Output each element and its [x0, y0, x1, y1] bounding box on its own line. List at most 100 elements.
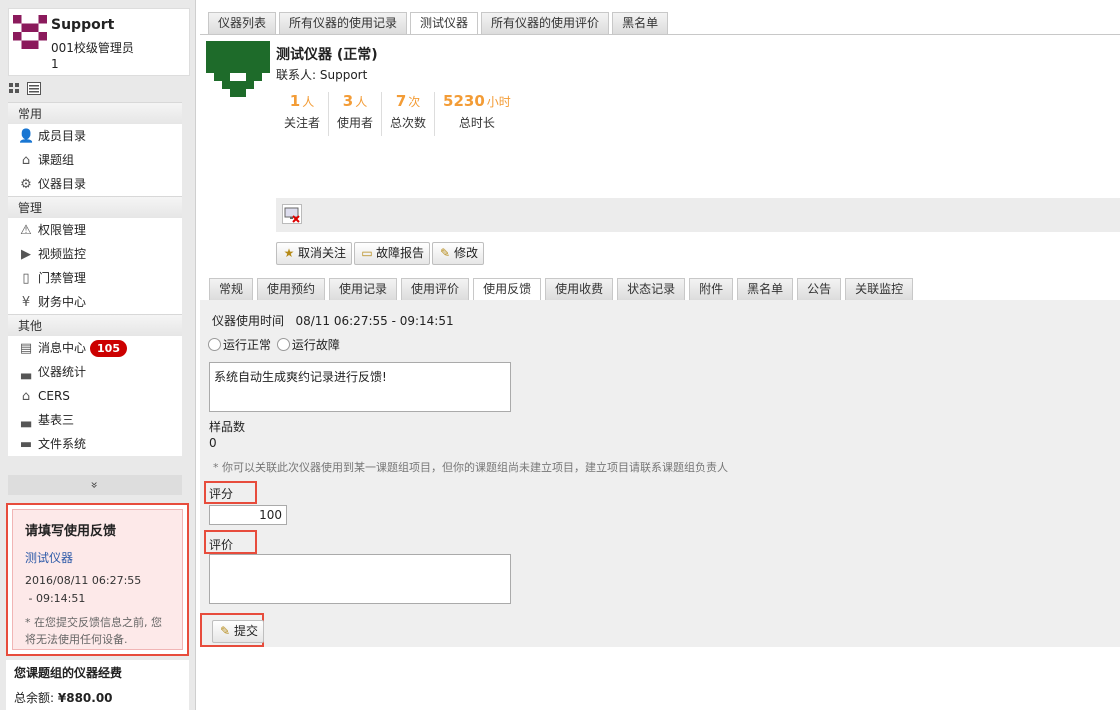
sidebar-item-members[interactable]: 👤 成员目录: [8, 124, 182, 148]
budget-panel: 您课题组的仪器经费 总余额: ¥880.00: [6, 660, 189, 710]
sub-tabs: 常规 使用预约 使用记录 使用评价 使用反馈 使用收费 状态记录 附件 黑名单 公告 关联监控: [209, 278, 917, 301]
feedback-instrument-link[interactable]: 测试仪器: [25, 549, 170, 566]
instrument-logo: [206, 40, 270, 106]
subtab-announcements[interactable]: 公告: [797, 278, 842, 300]
feedback-form: 仪器使用时间 08/11 06:27:55 - 09:14:51 运行正常 运行…: [200, 300, 1120, 647]
sidebar-item-access[interactable]: ▯ 门禁管理: [8, 266, 182, 290]
monitor-offline-icon[interactable]: [282, 204, 302, 224]
list-view-icon[interactable]: [26, 81, 41, 95]
feedback-time-start: 2016/08/11 06:27:55: [25, 574, 142, 587]
edit-button[interactable]: ✎ 修改: [432, 242, 485, 265]
stat-label: 总时长: [458, 116, 495, 130]
sidebar-menu: 常用 👤 成员目录 ⌂ 课题组 ⚙ 仪器目录 管理 ⚠ 权限管理 ▶ 视频监控 ▯ 门禁管理…: [8, 102, 182, 456]
budget-total: 总余额: ¥880.00: [14, 689, 181, 706]
grid-view-icon[interactable]: [8, 82, 20, 94]
subtab-reservation[interactable]: 使用预约: [257, 278, 326, 300]
fault-report-label: 故障报告: [376, 246, 425, 260]
sidebar-item-video[interactable]: ▶ 视频监控: [8, 242, 182, 266]
sidebar-item-instruments[interactable]: ⚙ 仪器目录: [8, 172, 182, 196]
bar-chart-icon: ▃: [21, 413, 31, 428]
menu-section-other: 其他: [8, 314, 182, 336]
sidebar-item-label: 文件系统: [38, 437, 87, 451]
pencil-icon: ✎: [440, 246, 451, 260]
house-icon: ⌂: [21, 389, 31, 404]
subtab-general[interactable]: 常规: [209, 278, 254, 300]
rating-input[interactable]: 100: [209, 505, 287, 525]
star-icon: ★: [283, 246, 295, 260]
usage-time: 仪器使用时间 08/11 06:27:55 - 09:14:51: [212, 312, 454, 329]
sidebar-item-table3[interactable]: ▃ 基表三: [8, 408, 182, 432]
stat-value: 3: [342, 92, 354, 110]
subtab-blacklist[interactable]: 黑名单: [737, 278, 794, 300]
people-icon: 👤: [18, 129, 35, 144]
menu-section-common: 常用: [8, 102, 182, 124]
tab-divider: [200, 34, 1120, 35]
camera-icon: ▶: [21, 247, 31, 262]
stat-total-count[interactable]: 7次 总次数: [382, 92, 436, 136]
stat-value: 7: [395, 92, 407, 110]
subtab-usage-reviews[interactable]: 使用评价: [401, 278, 470, 300]
sidebar-item-finance[interactable]: ¥ 财务中心: [8, 290, 182, 314]
sidebar-item-label: 权限管理: [38, 223, 87, 237]
tab-blacklist[interactable]: 黑名单: [612, 12, 669, 34]
subtab-usage-records[interactable]: 使用记录: [329, 278, 398, 300]
feedback-note: * 在您提交反馈信息之前, 您将无法使用任何设备.: [25, 616, 162, 646]
user-avatar[interactable]: [13, 15, 47, 49]
user-number: 1: [51, 57, 59, 71]
comment-textarea[interactable]: [209, 554, 511, 604]
usage-time-label: 仪器使用时间: [212, 314, 285, 328]
stat-total-hours[interactable]: 5230 小时 总时长: [435, 92, 519, 136]
yen-icon: ¥: [21, 295, 31, 310]
stat-label: 关注者: [284, 116, 321, 130]
instrument-title: 测试仪器 (正常): [276, 47, 378, 63]
subtab-status-log[interactable]: 状态记录: [617, 278, 686, 300]
tab-all-usage-reviews[interactable]: 所有仪器的使用评价: [481, 12, 610, 34]
chevron-down-icon: »: [88, 481, 102, 489]
sidebar-item-messages[interactable]: ▤ 消息中心 105: [8, 336, 182, 360]
user-panel: Support 001校级管理员 1: [8, 8, 190, 76]
warning-icon: ⚠: [20, 223, 32, 238]
user-box: Support 001校级管理员 1: [8, 8, 190, 76]
instrument-contact: 联系人: Support: [276, 68, 368, 82]
stat-unit: 人: [355, 95, 368, 109]
instrument-stats: 1人 关注者 3人 使用者 7次 总次数 5230 小时 总时长: [276, 92, 519, 136]
tab-test-instrument[interactable]: 测试仪器: [410, 12, 479, 35]
radio-running-normal[interactable]: 运行正常: [208, 336, 271, 353]
main-content: 仪器列表 所有仪器的使用记录 测试仪器 所有仪器的使用评价 黑名单 测试仪器 (正常) …: [200, 0, 1120, 710]
feedback-textarea[interactable]: 系统自动生成爽约记录进行反馈!: [209, 362, 511, 412]
user-name[interactable]: Support: [51, 17, 114, 33]
bar-chart-icon: ▃: [21, 365, 31, 380]
stat-followers[interactable]: 1人 关注者: [276, 92, 330, 136]
subtab-linked-monitoring[interactable]: 关联监控: [845, 278, 914, 300]
unfollow-label: 取消关注: [298, 246, 347, 260]
tab-all-usage-records[interactable]: 所有仪器的使用记录: [279, 12, 408, 34]
sidebar-item-stats[interactable]: ▃ 仪器统计: [8, 360, 182, 384]
status-toolbar: [276, 198, 1120, 232]
samples-value: 0: [209, 436, 217, 450]
radio-running-fault[interactable]: 运行故障: [276, 336, 340, 353]
sidebar-item-permissions[interactable]: ⚠ 权限管理: [8, 218, 182, 242]
comment-label: 评价: [209, 538, 234, 552]
expand-menu-button[interactable]: »: [8, 475, 182, 495]
subtab-usage-feedback[interactable]: 使用反馈: [473, 278, 542, 301]
radio-circle[interactable]: [276, 338, 290, 351]
sidebar-item-cers[interactable]: ⌂ CERS: [8, 384, 182, 408]
sidebar-item-label: 视频监控: [38, 247, 87, 261]
tab-instrument-list[interactable]: 仪器列表: [208, 12, 277, 34]
stat-users[interactable]: 3人 使用者: [329, 92, 383, 136]
subtab-usage-fees[interactable]: 使用收费: [545, 278, 614, 300]
folder-icon: ▬: [19, 437, 33, 452]
radio-circle[interactable]: [208, 338, 221, 351]
submit-button[interactable]: ✎ 提交: [212, 620, 265, 643]
sidebar: Support 001校级管理员 1 常用 👤 成员目录 ⌂ 课题组 ⚙ 仪器目录 管…: [0, 0, 196, 710]
unfollow-button[interactable]: ★ 取消关注: [276, 242, 353, 265]
fault-report-button[interactable]: ▭ 故障报告: [354, 242, 431, 265]
user-role: 001校级管理员: [51, 41, 134, 55]
sidebar-item-groups[interactable]: ⌂ 课题组: [8, 148, 182, 172]
budget-total-value: ¥880.00: [57, 691, 113, 705]
subtab-attachments[interactable]: 附件: [689, 278, 734, 300]
feedback-time-end: - 09:14:51: [25, 592, 86, 605]
stat-unit: 次: [408, 95, 421, 109]
submit-label: 提交: [234, 624, 259, 638]
sidebar-item-files[interactable]: ▬ 文件系统: [8, 432, 182, 456]
